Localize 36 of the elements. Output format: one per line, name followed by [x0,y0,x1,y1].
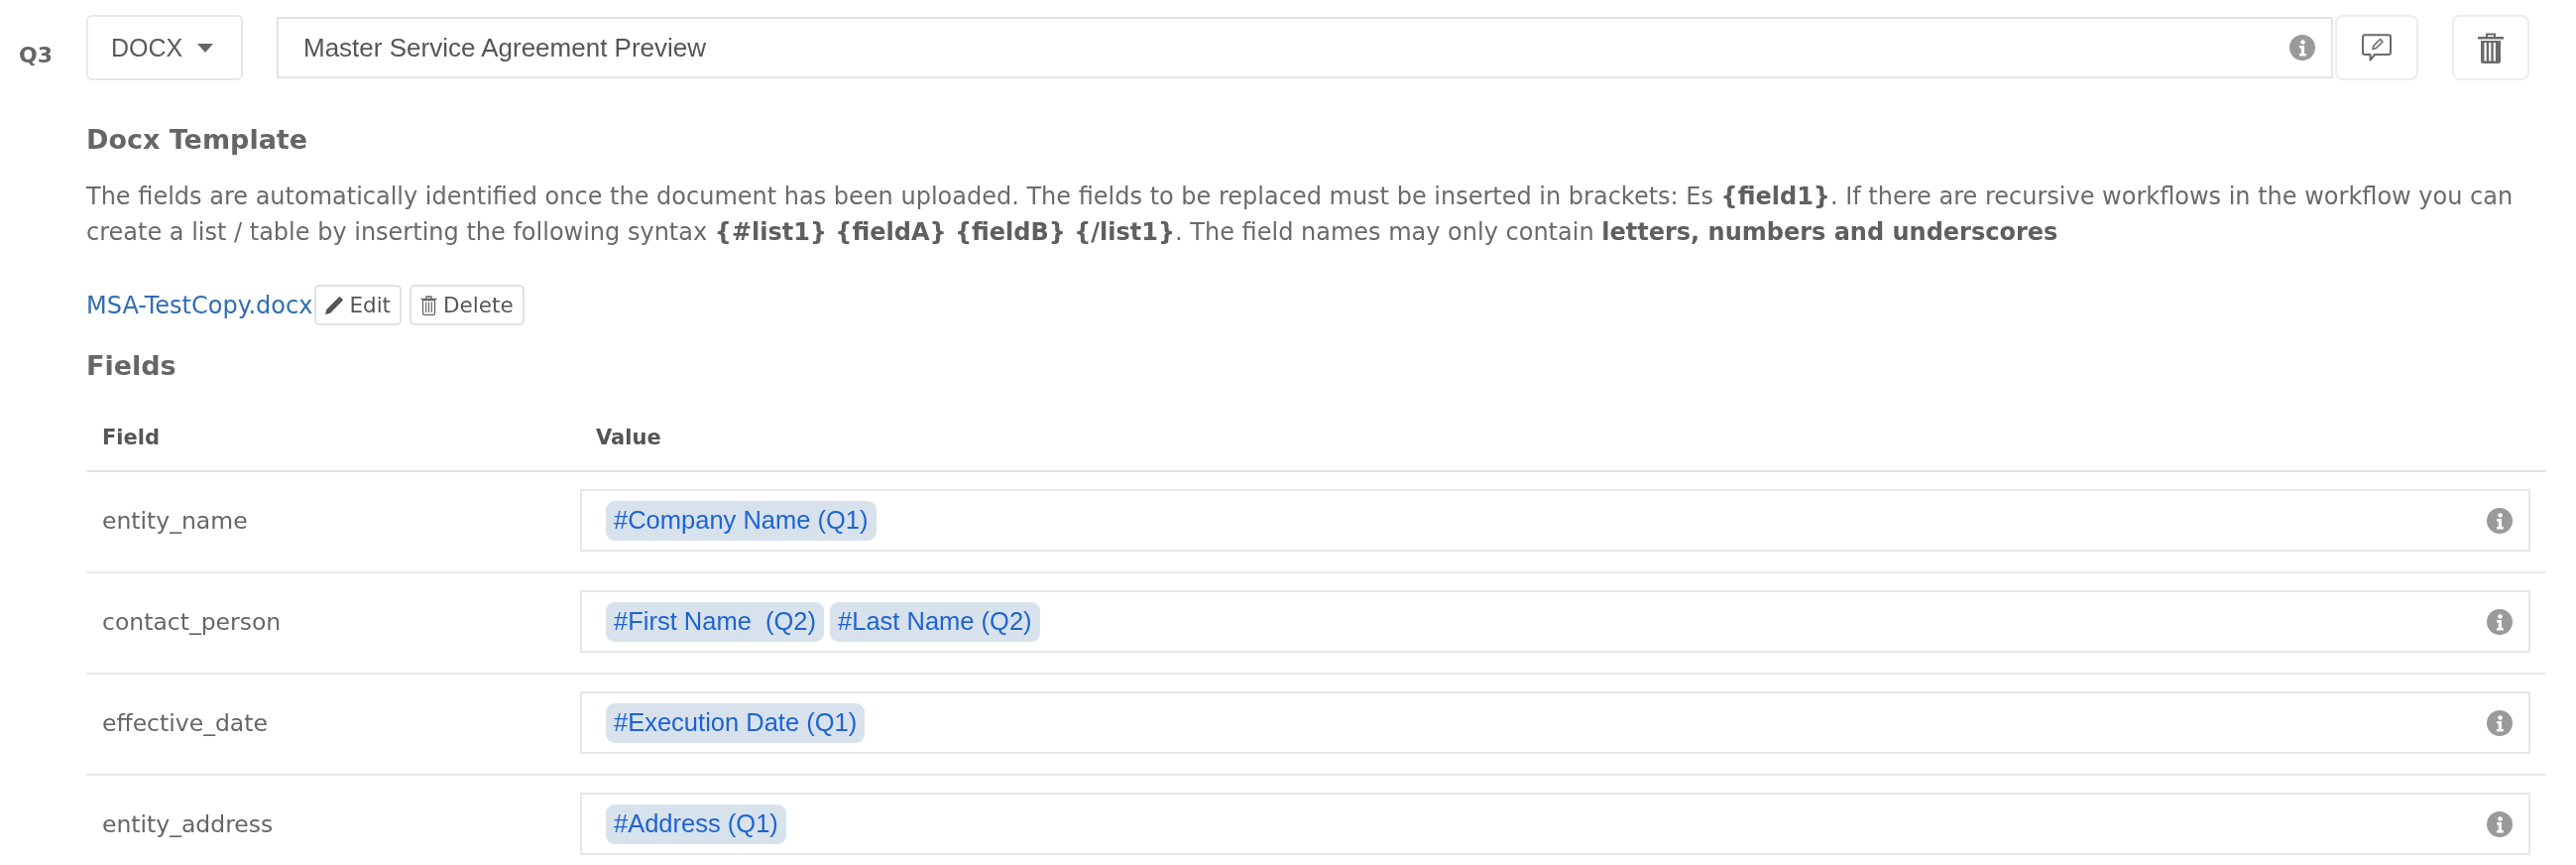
variable-tag: #Last Name (Q2) [830,601,1040,642]
value-field[interactable]: #Company Name (Q1) [580,489,2530,552]
info-icon[interactable] [2487,810,2513,837]
edit-file-button[interactable]: Edit [314,285,403,325]
trash-icon [420,295,438,315]
variable-tag: #Company Name (Q1) [606,500,877,541]
info-icon[interactable] [2487,709,2513,736]
value-field[interactable]: #First Name (Q2) #Last Name (Q2) [580,590,2530,653]
file-link[interactable]: MSA-TestCopy.docx [86,291,313,319]
pencil-icon [325,296,344,314]
column-header: Field [102,425,161,451]
delete-file-button[interactable]: Delete [410,285,525,325]
info-icon[interactable] [2289,35,2315,61]
value-field[interactable]: #Execution Date (Q1) [580,691,2530,754]
field-name: entity_address [102,809,274,838]
info-icon[interactable] [2487,608,2513,635]
title-input[interactable]: Master Service Agreement Preview [277,17,2333,78]
delete-button[interactable] [2452,15,2529,80]
field-name: effective_date [102,708,268,737]
question-number: Q3 [19,43,53,67]
format-dropdown[interactable]: DOCX [86,15,243,80]
variable-tag: #Address (Q1) [606,803,786,844]
column-header: Value [596,425,661,451]
value-field[interactable]: #Address (Q1) [580,793,2530,855]
variable-tag: #Execution Date (Q1) [606,702,866,743]
field-name: contact_person [102,607,282,636]
variable-tag: #First Name (Q2) [606,601,825,642]
comment-edit-icon [2362,33,2392,62]
trash-icon [2478,32,2504,63]
section-heading: Fields [86,350,176,382]
caret-icon [197,43,214,53]
template-description: The fields are automatically identified once the document has been uploaded. The fields to be replaced must be inserted in brackets: Es {field1}. If there are recursive workflows in the workflow you can create a list / table by inserting the following syntax {#list1} {fieldA} {fieldB} {/list1}. The field names may only contain letters, numbers and underscores [86,182,2515,248]
info-icon[interactable] [2487,507,2513,534]
field-name: entity_name [102,506,248,535]
comment-edit-button[interactable] [2335,15,2418,80]
section-heading: Docx Template [86,124,308,156]
